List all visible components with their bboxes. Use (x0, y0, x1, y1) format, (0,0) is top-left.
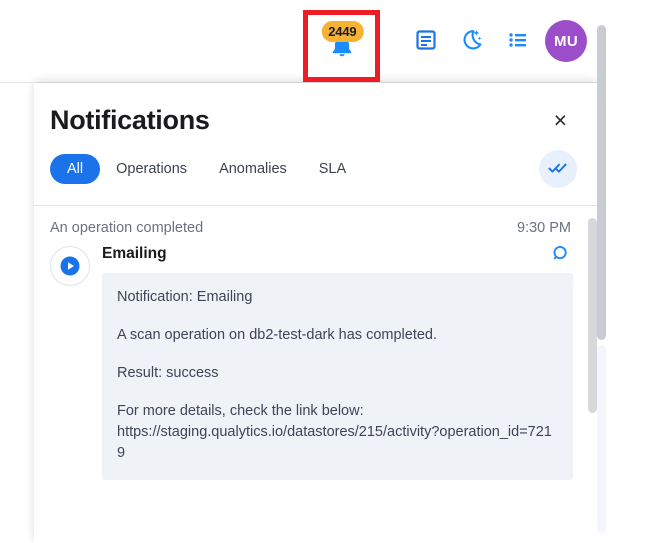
dark-mode-button[interactable] (449, 18, 495, 64)
avatar-initials: MU (554, 32, 578, 50)
notifications-panel: Notifications × All Operations Anomalies… (34, 83, 597, 543)
document-icon (414, 28, 438, 55)
notification-content: Emailing Notification: Emailing A scan o… (102, 244, 573, 481)
list-item[interactable]: An operation completed 9:30 PM Emailing (34, 206, 597, 481)
notification-count-badge: 2449 (321, 21, 364, 42)
moon-stars-icon (459, 27, 485, 56)
app-header: MU 2449 (0, 0, 597, 83)
message-line-4: For more details, check the link below: … (117, 401, 558, 464)
notification-title-row: Emailing (102, 244, 573, 264)
panel-scrollbar-thumb[interactable] (588, 218, 597, 413)
tab-operations[interactable]: Operations (100, 154, 203, 184)
page-scrollbar-track-lower (597, 345, 606, 533)
panel-scrollbar[interactable] (588, 83, 597, 543)
notification-body-row: Emailing Notification: Emailing A scan o… (50, 244, 573, 481)
message-link-intro: For more details, check the link below: (117, 403, 364, 420)
mark-all-read-button[interactable] (539, 150, 577, 188)
page-scrollbar-thumb[interactable] (597, 25, 606, 340)
activity-list-button[interactable] (495, 18, 541, 64)
avatar[interactable]: MU (545, 20, 587, 62)
notification-timestamp: 9:30 PM (517, 220, 571, 236)
tab-anomalies[interactable]: Anomalies (203, 154, 303, 184)
play-circle-icon[interactable] (50, 246, 90, 286)
bell-highlight-box: 2449 (303, 10, 380, 82)
panel-header: Notifications × (34, 83, 597, 136)
documents-button[interactable] (403, 18, 449, 64)
notification-message: Notification: Emailing A scan operation … (102, 273, 573, 481)
notification-category: An operation completed (50, 220, 204, 236)
message-line-1: Notification: Emailing (117, 289, 253, 305)
notification-title: Emailing (102, 245, 167, 262)
notification-meta-row: An operation completed 9:30 PM (50, 220, 573, 236)
message-link[interactable]: https://staging.qualytics.io/datastores/… (117, 424, 552, 461)
message-line-3: Result: success (117, 365, 219, 382)
bulleted-list-icon (506, 28, 530, 55)
page-scrollbar[interactable] (597, 0, 649, 543)
notifications-bell-button[interactable]: 2449 (317, 21, 367, 71)
notification-filter-tabs: All Operations Anomalies SLA (34, 136, 597, 188)
message-line-2: A scan operation on db2-test-dark has co… (117, 327, 437, 344)
page-title: Notifications (50, 105, 210, 135)
search-icon[interactable] (551, 244, 571, 264)
notification-list: An operation completed 9:30 PM Emailing (34, 206, 597, 481)
tab-sla[interactable]: SLA (303, 154, 362, 184)
double-check-icon (548, 158, 568, 181)
tab-all[interactable]: All (50, 154, 101, 184)
close-icon[interactable]: × (548, 107, 573, 134)
